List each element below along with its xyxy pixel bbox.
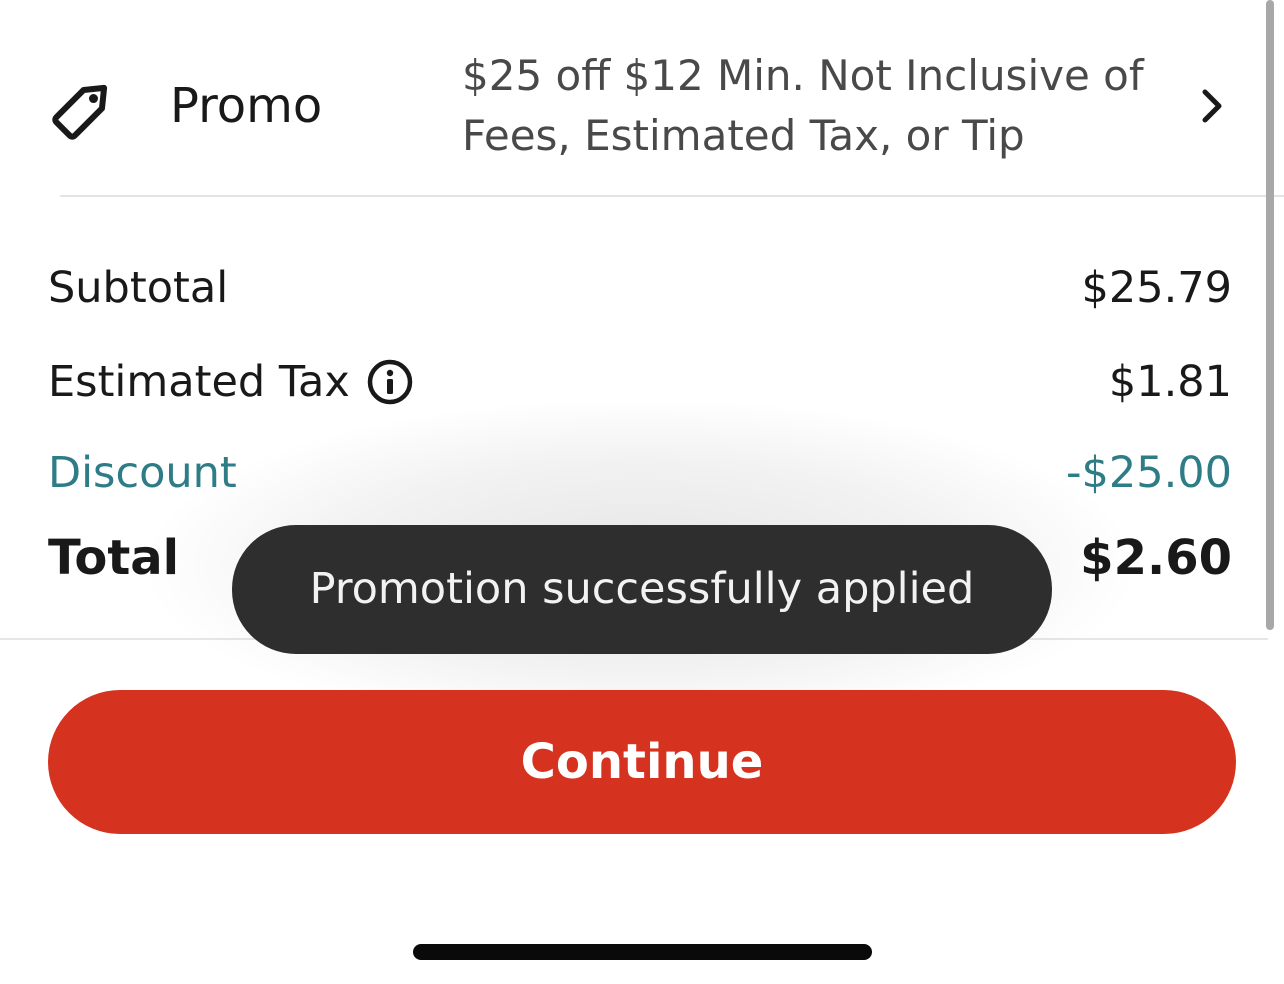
checkout-summary-screen: Promo $25 off $12 Min. Not Inclusive of … xyxy=(0,0,1284,984)
info-icon[interactable] xyxy=(366,358,414,406)
chevron-right-icon xyxy=(1202,89,1222,123)
subtotal-row: Subtotal $25.79 xyxy=(48,258,1232,318)
promo-row[interactable]: Promo $25 off $12 Min. Not Inclusive of … xyxy=(0,0,1262,196)
estimated-tax-label: Estimated Tax xyxy=(48,357,350,407)
continue-button[interactable]: Continue xyxy=(48,690,1236,834)
promo-label: Promo xyxy=(170,78,323,134)
promo-divider xyxy=(60,195,1284,197)
promo-description-line-1: $25 off $12 Min. Not Inclusive of xyxy=(462,51,1144,100)
discount-row: Discount -$25.00 xyxy=(48,443,1232,503)
estimated-tax-value: $1.81 xyxy=(1108,357,1232,407)
home-indicator[interactable] xyxy=(413,944,872,960)
tag-icon xyxy=(52,84,108,140)
discount-value: -$25.00 xyxy=(1066,448,1232,498)
scrollbar[interactable] xyxy=(1266,0,1274,630)
total-label: Total xyxy=(48,530,180,586)
subtotal-value: $25.79 xyxy=(1081,263,1232,313)
discount-label: Discount xyxy=(48,448,237,498)
total-value: $2.60 xyxy=(1080,530,1232,586)
promo-description: $25 off $12 Min. Not Inclusive of Fees, … xyxy=(462,46,1182,166)
estimated-tax-row: Estimated Tax $1.81 xyxy=(48,352,1232,412)
promotion-toast: Promotion successfully applied xyxy=(232,525,1052,654)
promo-description-line-2: Fees, Estimated Tax, or Tip xyxy=(462,111,1025,160)
subtotal-label: Subtotal xyxy=(48,263,229,313)
